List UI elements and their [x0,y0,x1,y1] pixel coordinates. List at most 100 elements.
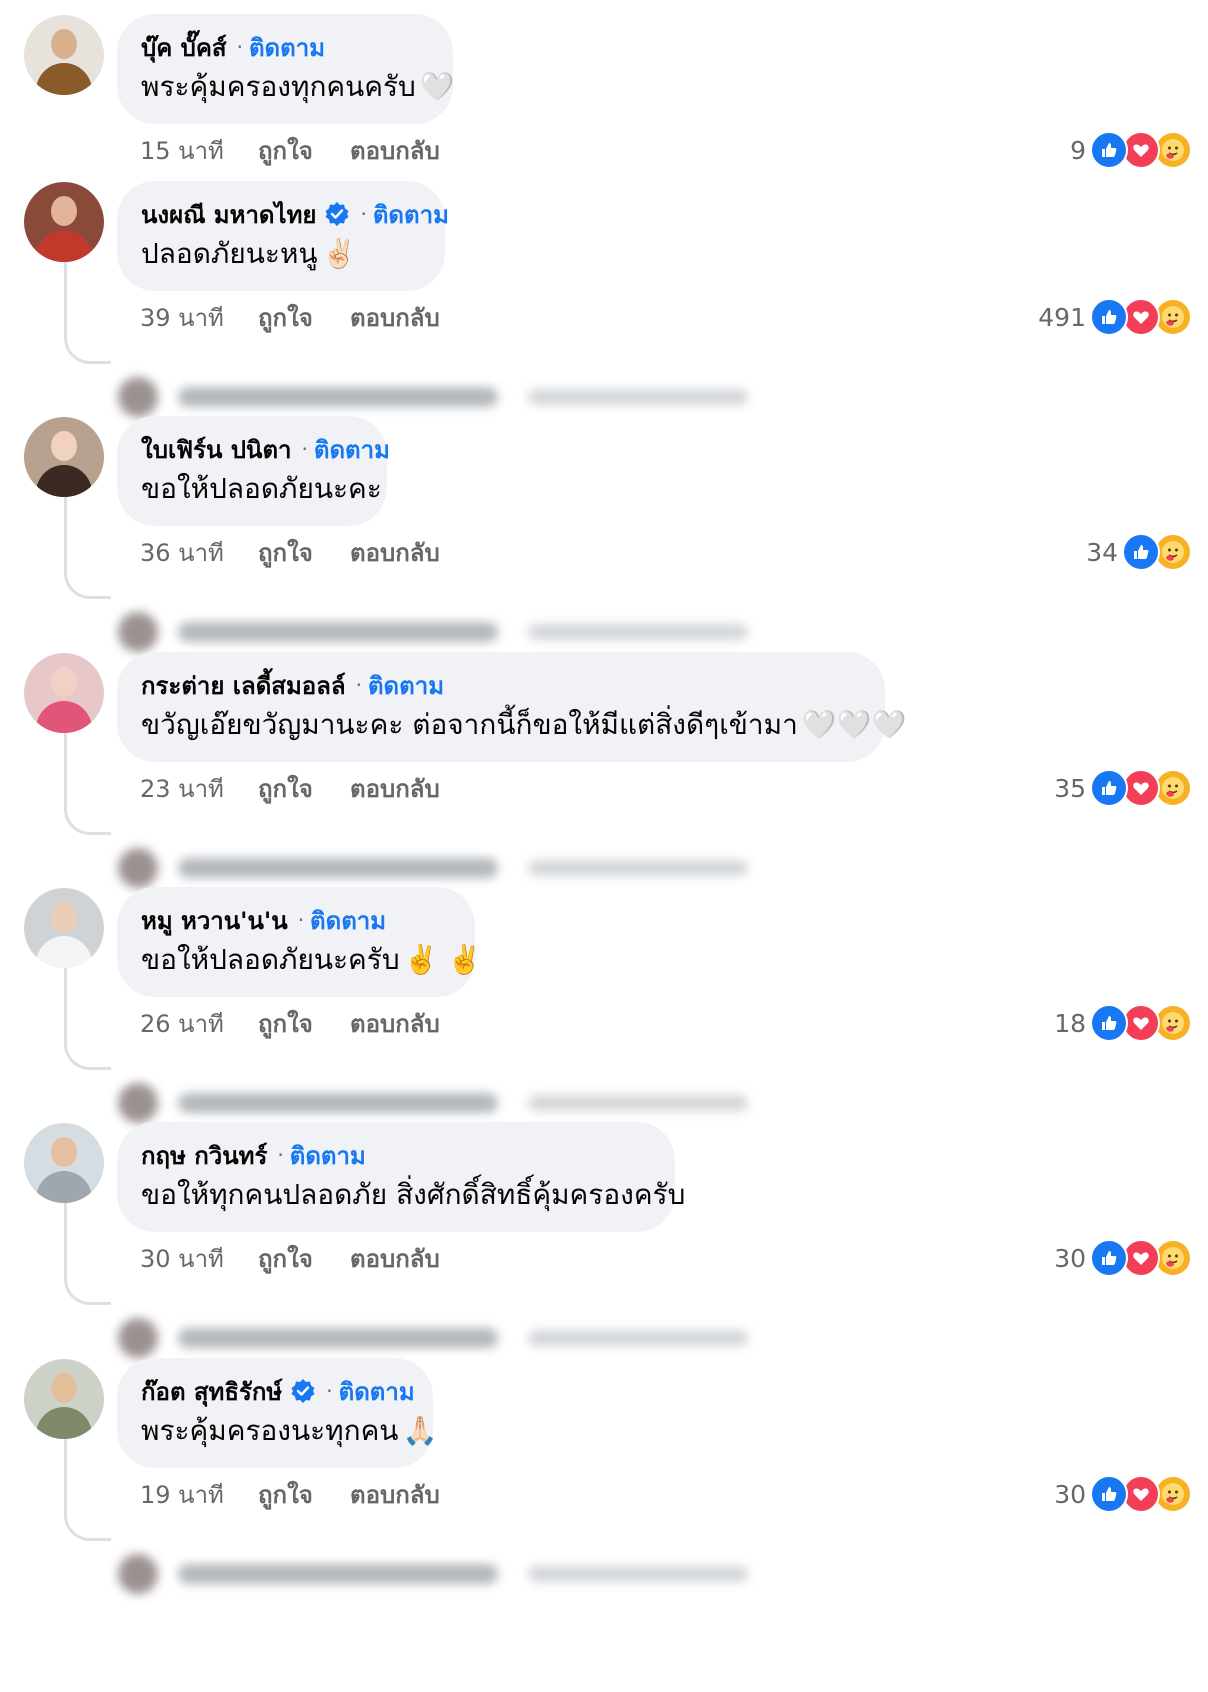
author-name[interactable]: ใบเฟิร์น ปนิตา [141,430,292,469]
blurred-reply-preview[interactable] [118,1554,798,1594]
comment-actions: 36 นาที ถูกใจ ตอบกลับ [140,532,440,572]
reply-thread-line [64,1432,111,1541]
reply-button[interactable]: ตอบกลับ [350,298,440,337]
comment: ใบเฟิร์น ปนิตา · ติดตาม ขอให้ปลอดภัยนะคะ 36 … [0,402,1208,656]
avatar[interactable] [24,182,104,262]
like-button[interactable]: ถูกใจ [258,533,350,572]
comment-timestamp[interactable]: 39 นาที [140,298,258,337]
like-icon [1090,1004,1128,1042]
like-button[interactable]: ถูกใจ [258,298,350,337]
comment-header: กฤษ กวินทร์ · ติดตาม [141,1138,651,1172]
reaction-count: 34 [1086,537,1118,567]
avatar[interactable] [24,1123,104,1203]
comment-bubble: กฤษ กวินทร์ · ติดตาม ขอให้ทุกคนปลอดภัย สิ่ง… [117,1122,685,1232]
reply-button[interactable]: ตอบกลับ [350,1239,440,1278]
comment-actions: 30 นาที ถูกใจ ตอบกลับ [140,1238,440,1278]
like-button[interactable]: ถูกใจ [258,1239,350,1278]
comment-timestamp[interactable]: 15 นาที [140,131,258,170]
author-name[interactable]: หมู หวาน'น'น [141,901,288,940]
comment-emoji: 🤍 [419,70,455,103]
reaction-summary[interactable]: 18 [1054,1003,1192,1043]
author-name[interactable]: กฤษ กวินทร์ [141,1136,267,1175]
avatar[interactable] [24,888,104,968]
comment-timestamp[interactable]: 30 นาที [140,1239,258,1278]
like-button[interactable]: ถูกใจ [258,1475,350,1514]
comment: นงผณี มหาดไทย · ติดตาม ปลอดภัยนะหนู ✌🏻 39 นาท… [0,167,1208,421]
comment-timestamp[interactable]: 26 นาที [140,1004,258,1043]
comment-header: กระต่าย เลดี้สมอลล์ · ติดตาม [141,668,861,702]
comment-timestamp[interactable]: 19 นาที [140,1475,258,1514]
avatar[interactable] [24,417,104,497]
comment: หมู หวาน'น'น · ติดตาม ขอให้ปลอดภัยนะครับ ✌️ … [0,873,1208,1127]
reaction-summary[interactable]: 491 [1038,297,1192,337]
comment-text: ขอให้ปลอดภัยนะครับ [141,943,400,976]
avatar[interactable] [24,653,104,733]
avatar[interactable] [24,1359,104,1439]
comment-timestamp[interactable]: 36 นาที [140,533,258,572]
like-icon [1090,131,1128,169]
reaction-summary[interactable]: 35 [1054,768,1192,808]
reply-thread-line [64,255,111,364]
like-button[interactable]: ถูกใจ [258,131,350,170]
reaction-summary[interactable]: 9 [1070,130,1192,170]
like-icon [1090,769,1128,807]
comment-text-row: พระคุ้มครองทุกคนครับ 🤍 [141,64,455,110]
comment-text-row: ขอให้ปลอดภัยนะคะ [141,466,382,512]
author-name[interactable]: นงผณี มหาดไทย [141,195,316,234]
comment-text: ขวัญเอ๊ยขวัญมานะคะ ต่อจากนี้ก็ขอให้มีแต่… [141,708,798,741]
follow-button[interactable]: ติดตาม [249,28,325,67]
like-icon [1090,1239,1128,1277]
follow-button[interactable]: ติดตาม [314,430,390,469]
reply-button[interactable]: ตอบกลับ [350,769,440,808]
separator-dot: · [355,673,362,697]
reaction-summary[interactable]: 30 [1054,1474,1192,1514]
author-name[interactable]: กระต่าย เลดี้สมอลล์ [141,666,346,705]
reaction-count: 491 [1038,302,1086,332]
reply-thread-line [64,1196,111,1305]
follow-button[interactable]: ติดตาม [373,195,449,234]
comment-emoji: 🤍🤍🤍 [801,708,907,741]
comment-text: ขอให้ปลอดภัยนะคะ [141,472,382,505]
reply-button[interactable]: ตอบกลับ [350,1475,440,1514]
follow-button[interactable]: ติดตาม [339,1372,415,1411]
comment-actions: 19 นาที ถูกใจ ตอบกลับ [140,1474,440,1514]
comment: ก๊อต สุทธิรักษ์ · ติดตาม พระคุ้มครองนะทุกคน… [0,1344,1208,1598]
reaction-count: 30 [1054,1479,1086,1509]
like-button[interactable]: ถูกใจ [258,769,350,808]
comment-bubble: ใบเฟิร์น ปนิตา · ติดตาม ขอให้ปลอดภัยนะคะ [117,416,390,526]
author-name[interactable]: บุ๊ค บั๊คส์ [141,28,227,67]
comment-timestamp[interactable]: 23 นาที [140,769,258,808]
reply-button[interactable]: ตอบกลับ [350,533,440,572]
reply-thread-line [64,961,111,1070]
reaction-count: 18 [1054,1008,1086,1038]
reaction-summary[interactable]: 30 [1054,1238,1192,1278]
comment-text-row: ขอให้ทุกคนปลอดภัย สิ่งศักดิ์สิทธิ์คุ้มคร… [141,1172,685,1218]
comment-actions: 39 นาที ถูกใจ ตอบกลับ [140,297,440,337]
separator-dot: · [297,908,305,932]
like-button[interactable]: ถูกใจ [258,1004,350,1043]
comment-bubble: กระต่าย เลดี้สมอลล์ · ติดตาม ขวัญเอ๊ยขวัญมา… [117,652,906,762]
comment-text-row: ปลอดภัยนะหนู ✌🏻 [141,231,421,277]
comment-header: บุ๊ค บั๊คส์ · ติดตาม [141,30,429,64]
comment: กฤษ กวินทร์ · ติดตาม ขอให้ทุกคนปลอดภัย สิ่ง… [0,1108,1208,1362]
comment-bubble: หมู หวาน'น'น · ติดตาม ขอให้ปลอดภัยนะครับ ✌️ … [117,887,482,997]
comment-text-row: พระคุ้มครองนะทุกคน 🙏🏻 [141,1408,437,1454]
reaction-count: 30 [1054,1243,1086,1273]
comment-bubble: นงผณี มหาดไทย · ติดตาม ปลอดภัยนะหนู ✌🏻 [117,181,449,291]
comment-header: ใบเฟิร์น ปนิตา · ติดตาม [141,430,390,469]
comment-text-row: ขวัญเอ๊ยขวัญมานะคะ ต่อจากนี้ก็ขอให้มีแต่… [141,702,906,748]
separator-dot: · [301,437,308,461]
follow-button[interactable]: ติดตาม [368,666,444,705]
reaction-summary[interactable]: 34 [1086,532,1192,572]
reply-thread-line [64,490,111,599]
reply-button[interactable]: ตอบกลับ [350,1004,440,1043]
reaction-count: 35 [1054,773,1086,803]
author-name[interactable]: ก๊อต สุทธิรักษ์ [141,1372,282,1411]
like-icon [1090,1475,1128,1513]
follow-button[interactable]: ติดตาม [290,1136,366,1175]
avatar[interactable] [24,15,104,95]
comment-emoji: 🙏🏻 [402,1414,438,1447]
follow-button[interactable]: ติดตาม [310,901,386,940]
reply-button[interactable]: ตอบกลับ [350,131,440,170]
comment-emoji: ✌🏻 [321,237,357,270]
